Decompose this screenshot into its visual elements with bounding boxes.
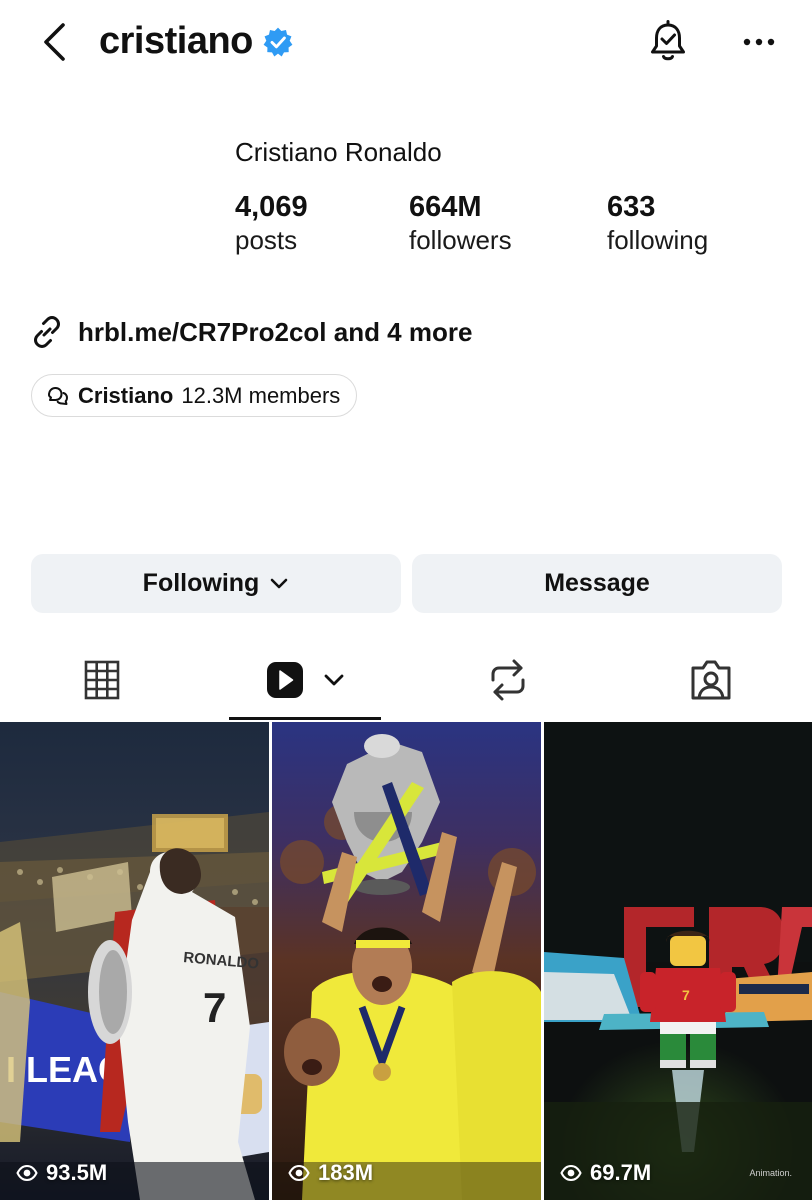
reel-tile-1[interactable]: I LEAC RONALDO 7 93.5M — [0, 722, 269, 1200]
reel-3-thumbnail: 7 — [544, 722, 812, 1200]
following-button[interactable]: Following — [31, 554, 401, 613]
notifications-button[interactable] — [644, 18, 692, 66]
bell-check-icon — [651, 20, 685, 61]
stat-following-value: 633 — [607, 191, 656, 223]
svg-text:7: 7 — [203, 984, 226, 1031]
back-chevron-icon — [44, 23, 65, 61]
tab-grid[interactable] — [52, 640, 152, 720]
reel-2-views-count: 183M — [318, 1160, 374, 1185]
repost-icon — [491, 659, 525, 701]
reel-2-thumbnail — [272, 722, 541, 1200]
chevron-down-icon — [269, 574, 289, 594]
stat-followers[interactable]: 664M followers — [409, 190, 512, 256]
back-button[interactable] — [34, 20, 74, 64]
chevron-down-icon — [324, 674, 344, 686]
reels-grid: I LEAC RONALDO 7 93.5M 183M 7 69.7M Anim… — [0, 722, 812, 1200]
profile-tabs — [0, 640, 812, 720]
eye-icon — [288, 1162, 310, 1184]
tagged-person-icon — [691, 660, 731, 700]
reel-tile-3[interactable]: 7 69.7M Animation. — [544, 722, 812, 1200]
more-options-button[interactable] — [736, 22, 782, 62]
profile-username: cristiano — [99, 20, 253, 62]
bio-link-text: hrbl.me/CR7Pro2col and 4 more — [78, 317, 473, 347]
reel-1-views: 93.5M — [16, 1160, 107, 1186]
tab-reels[interactable] — [229, 640, 381, 720]
link-icon — [30, 314, 66, 350]
eye-icon — [560, 1162, 582, 1184]
stat-followers-value: 664M — [409, 191, 482, 223]
active-tab-indicator — [229, 717, 381, 720]
grid-icon — [84, 660, 120, 700]
tab-reposts[interactable] — [458, 640, 558, 720]
reel-3-views-count: 69.7M — [590, 1160, 652, 1185]
verified-badge-icon — [263, 27, 293, 57]
bio-link[interactable]: hrbl.me/CR7Pro2col and 4 more — [30, 312, 472, 352]
stat-followers-label: followers — [409, 225, 512, 255]
chat-bubbles-icon — [46, 384, 70, 408]
reel-1-views-count: 93.5M — [46, 1160, 108, 1185]
community-members: 12.3M members — [181, 382, 341, 408]
reel-tile-2[interactable]: 183M — [272, 722, 541, 1200]
message-button[interactable]: Message — [412, 554, 782, 613]
stat-posts-label: posts — [235, 225, 298, 255]
reel-3-caption: Animation. — [749, 1168, 792, 1178]
reels-icon — [267, 662, 303, 698]
reel-2-views: 183M — [288, 1160, 373, 1186]
community-name: Cristiano — [78, 382, 174, 408]
reel-1-thumbnail: I LEAC RONALDO 7 — [0, 722, 269, 1200]
svg-text:7: 7 — [682, 987, 690, 1003]
eye-icon — [16, 1162, 38, 1184]
stat-following[interactable]: 633 following — [607, 190, 708, 256]
stat-posts[interactable]: 4,069 posts — [235, 190, 308, 256]
stat-following-label: following — [607, 225, 709, 255]
more-dots-icon — [743, 38, 775, 46]
tab-tagged[interactable] — [661, 640, 761, 720]
top-bar: cristiano — [0, 0, 812, 84]
reel-3-views: 69.7M — [560, 1160, 651, 1186]
following-button-label: Following — [142, 569, 260, 597]
profile-full-name: Cristiano Ronaldo — [235, 137, 442, 167]
message-button-label: Message — [544, 569, 650, 597]
stat-posts-value: 4,069 — [235, 191, 308, 223]
community-chip[interactable]: Cristiano 12.3M members — [31, 374, 358, 417]
